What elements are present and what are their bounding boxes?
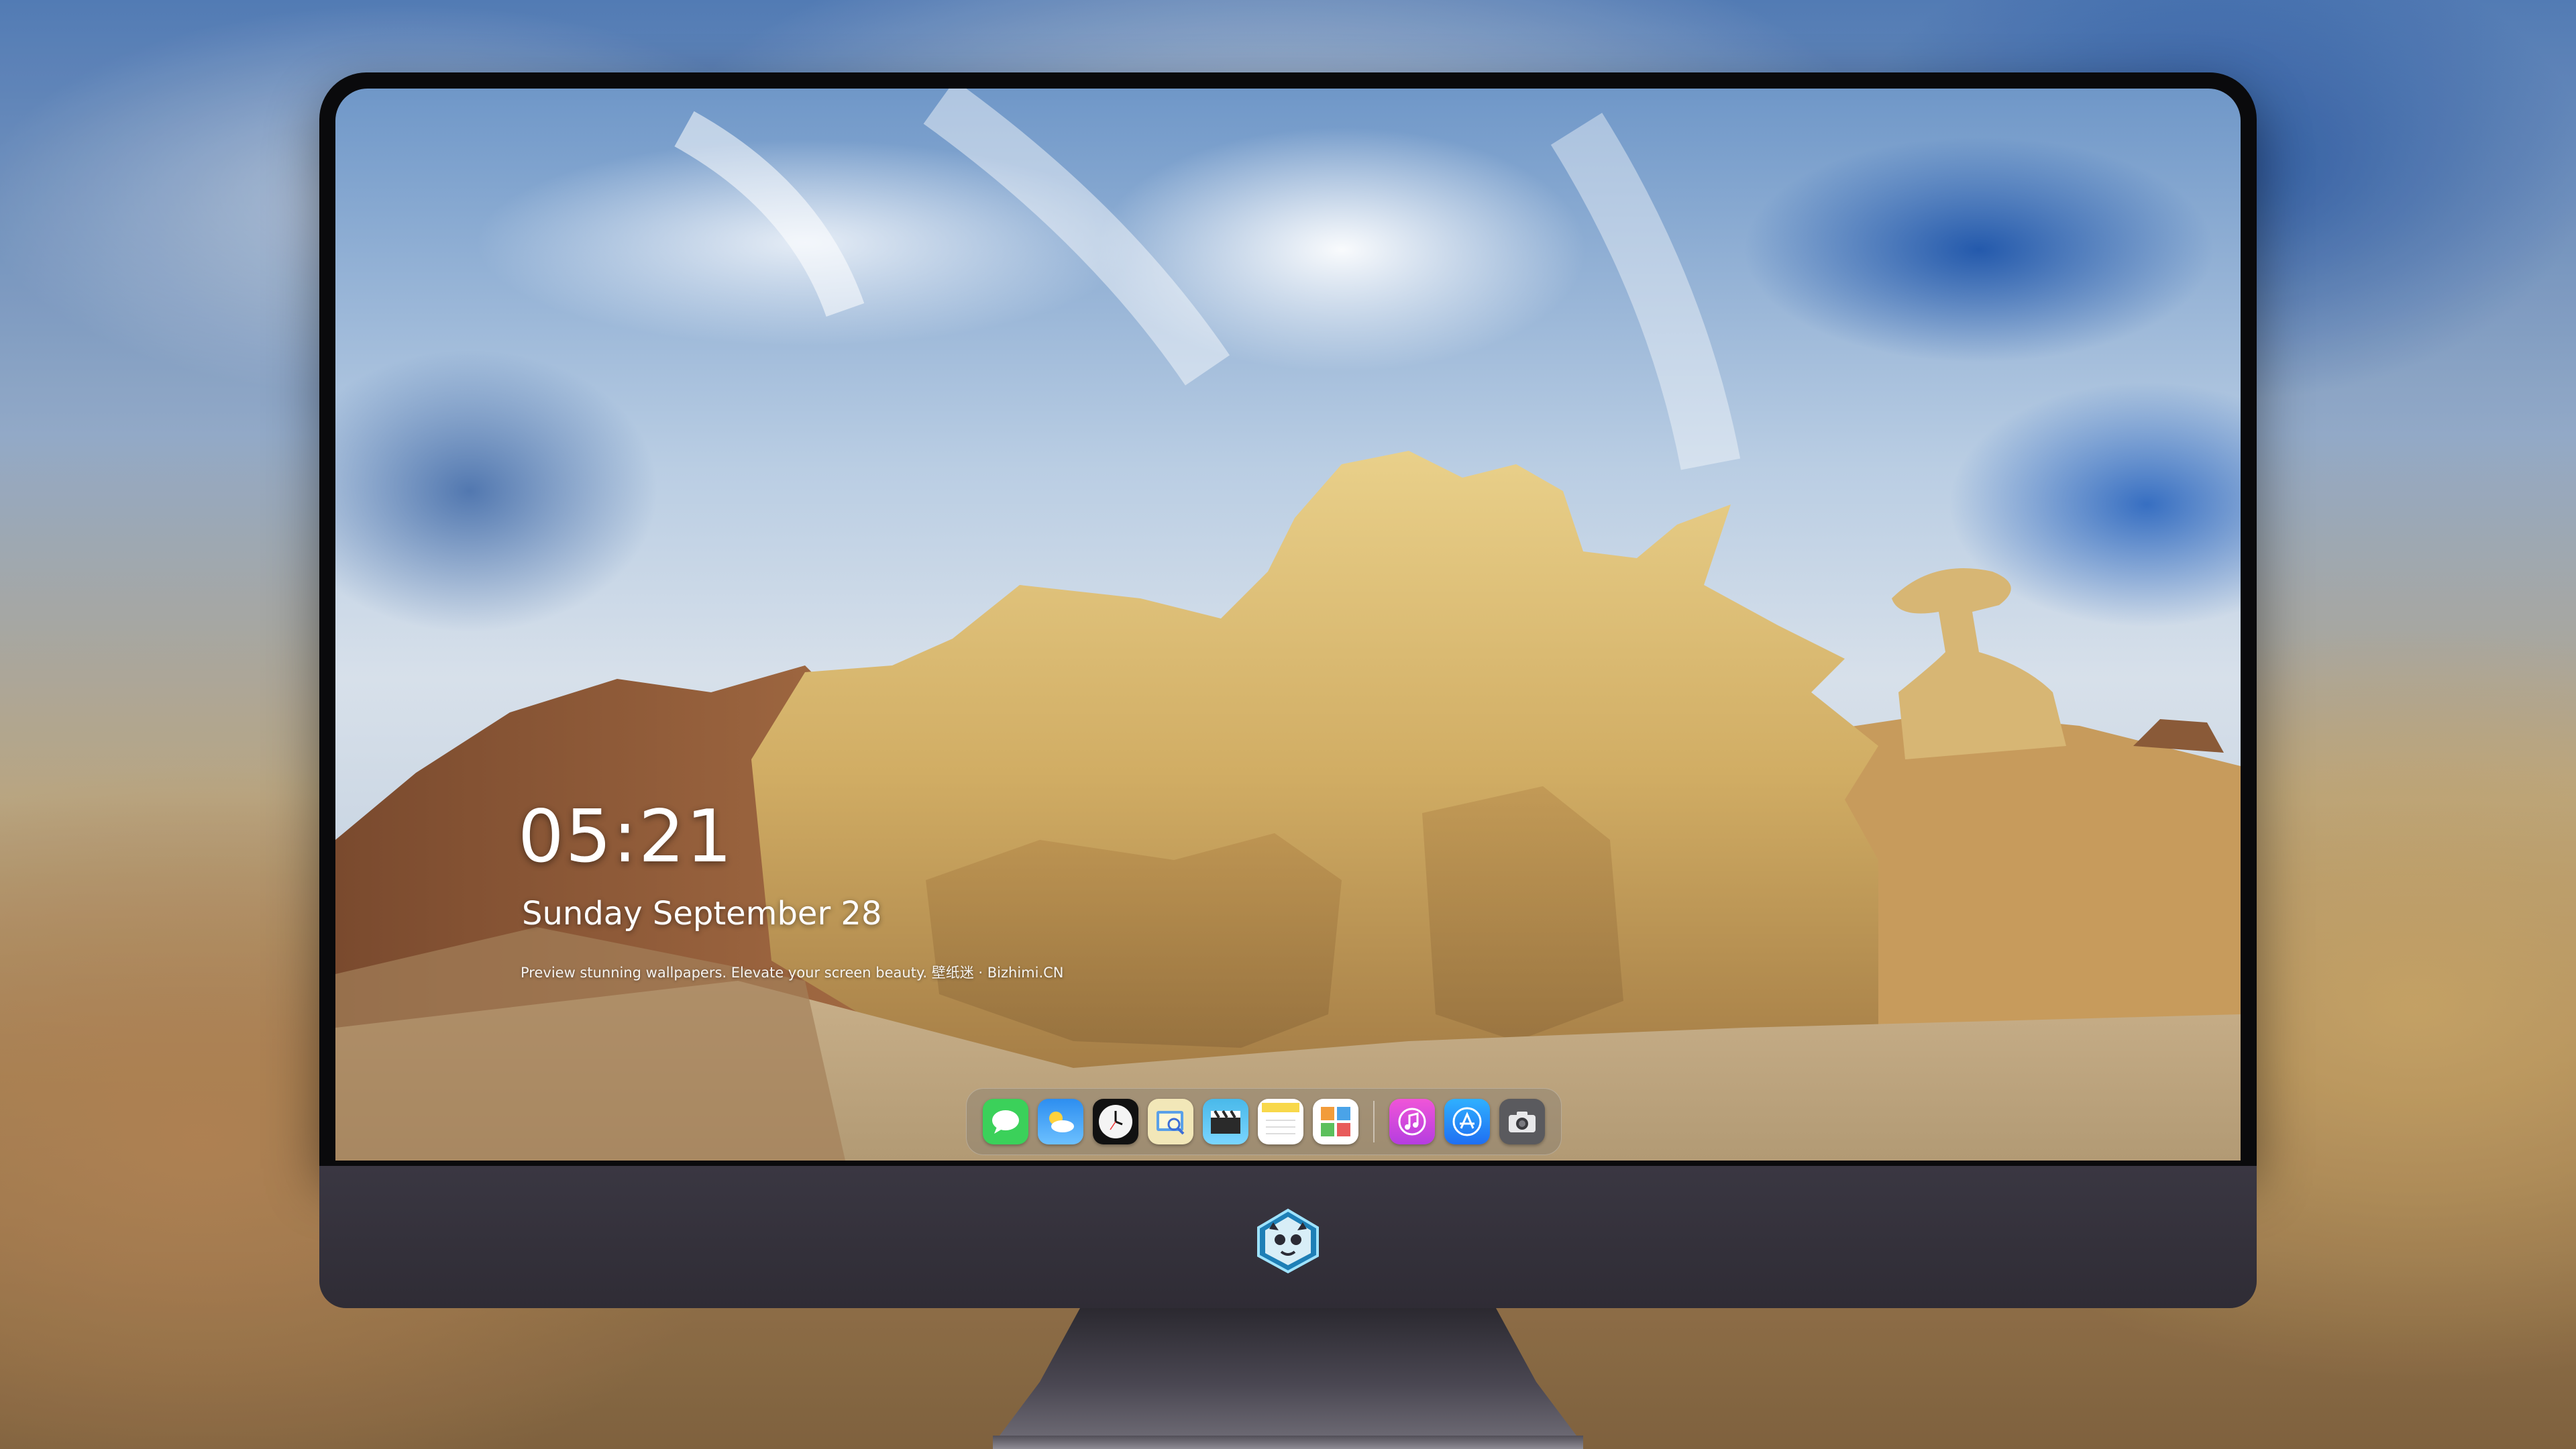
monitor: 05:21 Sunday September 28 Preview stunni… <box>319 72 2257 1308</box>
music-icon[interactable] <box>1389 1099 1435 1144</box>
messages-icon[interactable] <box>983 1099 1028 1144</box>
dock <box>966 1088 1562 1155</box>
screen: 05:21 Sunday September 28 Preview stunni… <box>335 89 2241 1161</box>
clock-icon[interactable] <box>1093 1099 1138 1144</box>
wallpaper-caption: Preview stunning wallpapers. Elevate you… <box>521 965 1064 981</box>
camera-icon[interactable] <box>1499 1099 1545 1144</box>
lock-screen-date: Sunday September 28 <box>522 895 882 932</box>
app-store-icon[interactable] <box>1444 1099 1490 1144</box>
lock-screen-time: 05:21 <box>518 795 734 879</box>
weather-icon[interactable] <box>1038 1099 1083 1144</box>
notes-icon[interactable] <box>1258 1099 1303 1144</box>
monitor-chin <box>319 1166 2257 1308</box>
monitor-bezel: 05:21 Sunday September 28 Preview stunni… <box>319 72 2257 1166</box>
monitor-stand <box>993 1308 1583 1449</box>
photo-grid-icon[interactable] <box>1313 1099 1358 1144</box>
dock-separator <box>1373 1101 1375 1142</box>
wallpaper-rock-formations <box>335 89 2241 1161</box>
mascot-logo-icon <box>1257 1208 1319 1274</box>
preview-icon[interactable] <box>1148 1099 1193 1144</box>
video-clips-icon[interactable] <box>1203 1099 1248 1144</box>
